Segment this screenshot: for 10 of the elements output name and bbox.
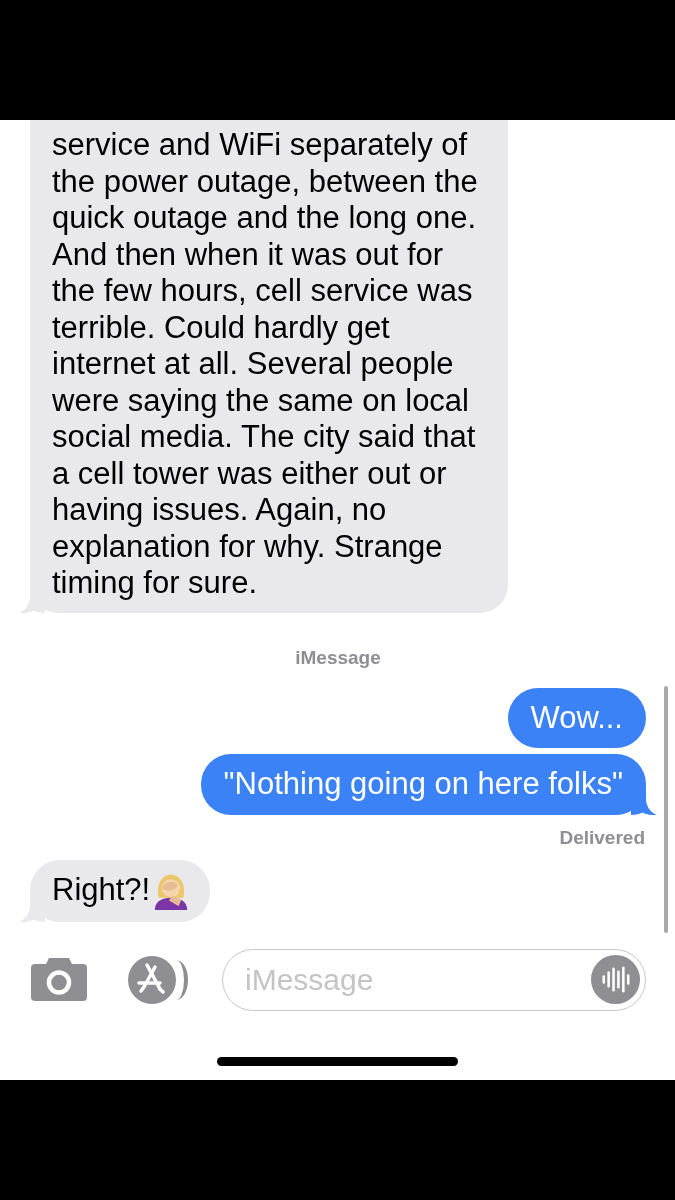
apps-icon[interactable] — [127, 955, 189, 1004]
service-label: iMessage — [295, 647, 381, 668]
camera-icon[interactable] — [31, 958, 87, 1001]
message-text: Right?! — [52, 872, 151, 909]
message-text: service and WiFi separately of the power outage, between the quick outage and the long one. And then when it was out for the few hours, cell service was terrible. Could hardly get internet at all. Several people were saying the same on local social media. The city said that a cell tower was either out or having issues. Again, no explanation for why. Strange timing for sure. — [52, 127, 478, 600]
message-text: "Nothing going on here folks" — [223, 766, 623, 801]
message-field[interactable]: iMessage — [222, 948, 646, 1011]
message-text: Wow... — [530, 699, 623, 735]
waveform-icon[interactable] — [591, 955, 640, 1004]
delivery-status: Delivered — [559, 827, 645, 848]
